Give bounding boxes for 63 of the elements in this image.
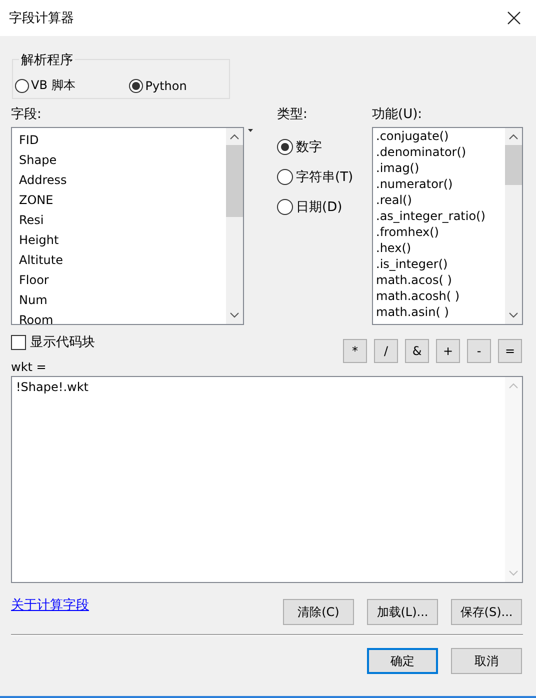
scrollbar[interactable] — [226, 128, 243, 324]
functions-list[interactable]: .conjugate() .denominator() .imag() .numerator() .real() .as_integer_ratio() .fromhex() .hex() .is_integer() math.acos( ) math.acosh( ) math.asin( ) — [372, 127, 523, 325]
radio-option[interactable]: 日期(D) — [277, 197, 372, 217]
window-title: 字段计算器 — [9, 10, 74, 27]
fields-list[interactable]: FID Shape Address ZONE Resi Height Altitute Floor Num Room — [11, 127, 244, 325]
action-button[interactable]: 保存(S)... — [451, 599, 522, 625]
field-item[interactable]: Altitute — [19, 250, 226, 270]
radio-indicator[interactable] — [15, 78, 29, 92]
scroll-thumb[interactable] — [226, 145, 243, 217]
field-item[interactable]: FID — [19, 130, 226, 150]
functions-label: 功能(U): — [372, 106, 424, 124]
type-label: 类型: — [277, 106, 308, 124]
operator-button[interactable]: + — [436, 339, 460, 363]
function-item[interactable]: .fromhex() — [376, 224, 505, 240]
close-icon[interactable] — [507, 11, 521, 25]
scroll-down-icon[interactable] — [509, 312, 518, 318]
operator-button[interactable]: - — [467, 339, 491, 363]
radio-option[interactable]: 数字 — [277, 137, 372, 157]
action-button[interactable]: 加载(L)... — [367, 599, 438, 625]
dropdown-arrow-icon[interactable] — [248, 129, 253, 133]
scroll-thumb[interactable] — [505, 145, 522, 185]
radio-indicator[interactable] — [277, 169, 293, 185]
radio-option[interactable]: VB 脚本 — [15, 77, 76, 94]
radio-indicator[interactable] — [277, 139, 293, 155]
radio-option[interactable]: 字符串(T) — [277, 167, 372, 187]
operator-button[interactable]: * — [343, 339, 367, 363]
help-link[interactable]: 关于计算字段 — [11, 596, 89, 614]
scrollbar[interactable] — [505, 128, 522, 324]
dialog-button[interactable]: 确定 — [367, 648, 438, 674]
function-item[interactable]: math.acosh( ) — [376, 288, 505, 304]
radio-indicator[interactable] — [129, 78, 144, 92]
field-item[interactable]: Room — [19, 310, 226, 324]
group-label: 解析程序 — [19, 51, 75, 69]
radio-indicator[interactable] — [277, 199, 293, 215]
dialog-button[interactable]: 取消 — [451, 648, 522, 674]
scroll-up-icon[interactable] — [230, 134, 239, 140]
field-item[interactable]: Resi — [19, 210, 226, 230]
function-item[interactable]: .is_integer() — [376, 256, 505, 272]
operator-button[interactable]: & — [405, 339, 429, 363]
function-item[interactable]: .hex() — [376, 240, 505, 256]
scroll-up-icon[interactable] — [509, 134, 518, 140]
field-item[interactable]: Height — [19, 230, 226, 250]
function-item[interactable]: .as_integer_ratio() — [376, 208, 505, 224]
field-item[interactable]: Num — [19, 290, 226, 310]
scroll-down-icon[interactable] — [230, 312, 239, 318]
function-item[interactable]: math.acos( ) — [376, 272, 505, 288]
function-item[interactable]: math.asin( ) — [376, 304, 505, 320]
fields-label: 字段: — [11, 106, 42, 124]
field-item[interactable]: Address — [19, 170, 226, 190]
function-item[interactable]: .imag() — [376, 160, 505, 176]
field-item[interactable]: ZONE — [19, 190, 226, 210]
operator-button[interactable]: / — [374, 339, 398, 363]
function-item[interactable]: .numerator() — [376, 176, 505, 192]
action-button[interactable]: 清除(C) — [283, 599, 354, 625]
operator-button[interactable]: = — [498, 339, 522, 363]
function-item[interactable]: .denominator() — [376, 144, 505, 160]
codeblock-checkbox[interactable]: 显示代码块 — [11, 333, 95, 351]
function-item[interactable]: .real() — [376, 192, 505, 208]
function-item[interactable]: .conjugate() — [376, 128, 505, 144]
field-item[interactable]: Floor — [19, 270, 226, 290]
field-item[interactable]: Shape — [19, 150, 226, 170]
expression-label: wkt = — [11, 360, 48, 376]
radio-option[interactable]: Python — [129, 77, 187, 94]
